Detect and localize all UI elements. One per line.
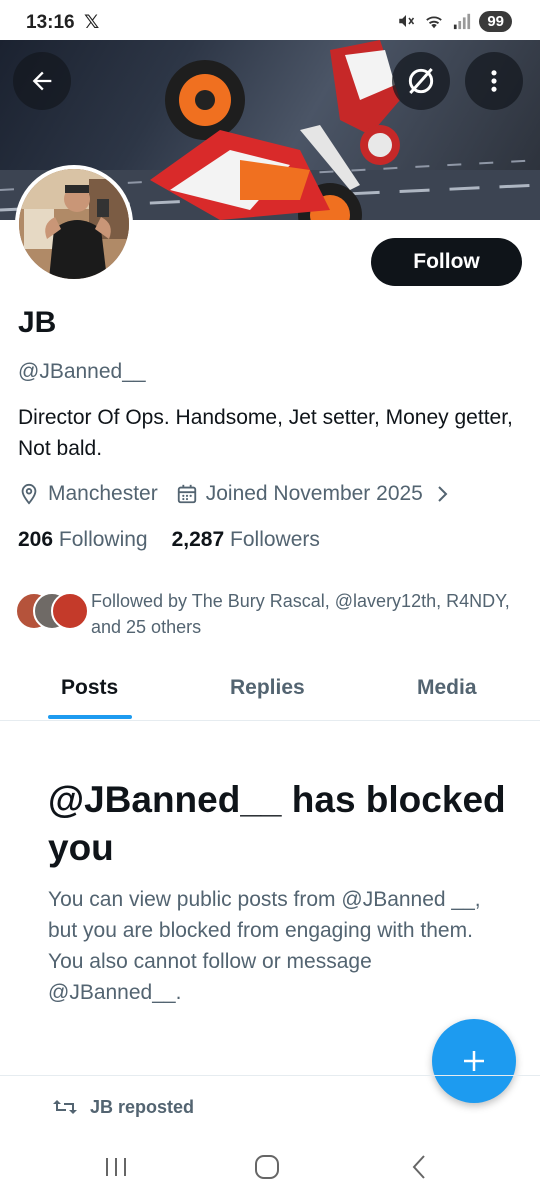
battery-badge: 99: [479, 10, 512, 32]
recent-apps-button[interactable]: [96, 1151, 136, 1183]
status-time: 13:16: [26, 12, 75, 33]
status-icons: 99: [397, 10, 512, 32]
system-back-button[interactable]: [399, 1151, 439, 1183]
location-icon: [18, 483, 40, 505]
mutual-followers-avatars[interactable]: [15, 592, 89, 630]
followers-label: Followers: [230, 528, 320, 551]
profile-joined: Joined November 2025: [205, 482, 423, 505]
avatar-image: [19, 169, 129, 279]
more-vertical-icon: [491, 70, 497, 92]
blocked-message: You can view public posts from @JBanned …: [48, 888, 481, 1004]
blocked-title: @JBanned__ has blocked you: [48, 779, 506, 868]
tab-replies[interactable]: Replies: [230, 676, 305, 700]
profile-tabs: Posts Replies Media: [0, 660, 540, 721]
compose-button[interactable]: [432, 1019, 516, 1103]
calendar-icon: [176, 483, 198, 505]
mute-icon: [399, 15, 415, 27]
repost-label: JB reposted: [90, 1096, 195, 1117]
grok-icon: [408, 68, 434, 94]
tab-media[interactable]: Media: [417, 676, 477, 700]
profile-bio: Director Of Ops. Handsome, Jet setter, M…: [18, 406, 513, 460]
profile-name: JB: [18, 306, 57, 339]
active-tab-indicator: [48, 715, 132, 719]
follow-button[interactable]: Follow: [371, 238, 522, 286]
avatar: [51, 592, 89, 630]
profile-location: Manchester: [48, 482, 158, 505]
signal-icon: [454, 13, 471, 30]
x-logo-icon: 𝕏: [84, 12, 100, 33]
wifi-icon: [426, 16, 443, 29]
back-button[interactable]: [13, 52, 71, 110]
recent-apps-icon: [106, 1158, 126, 1176]
profile-meta: Manchester Joined November 2025: [18, 480, 459, 508]
profile-avatar[interactable]: [15, 165, 133, 283]
plus-icon: [464, 1051, 484, 1071]
followers-count: 2,287: [171, 528, 225, 551]
home-button[interactable]: [247, 1151, 287, 1183]
arrow-left-icon: [32, 71, 52, 91]
status-bar: 13:16 𝕏 99: [0, 0, 540, 40]
repost-header: JB reposted: [52, 1096, 194, 1118]
profile-handle: @JBanned__: [18, 360, 146, 383]
followers-link[interactable]: 2,287 Followers: [172, 528, 320, 552]
more-options-button[interactable]: [465, 52, 523, 110]
followed-by-text[interactable]: Followed by The Bury Rascal, @lavery12th…: [91, 588, 511, 640]
follow-counts: 206 Following 2,287 Followers: [18, 528, 320, 552]
grok-button[interactable]: [392, 52, 450, 110]
divider: [0, 1075, 540, 1076]
following-count: 206: [18, 528, 54, 551]
home-icon: [255, 1155, 279, 1179]
tab-posts[interactable]: Posts: [61, 676, 118, 700]
chevron-left-icon: [412, 1155, 425, 1179]
following-link[interactable]: 206 Following: [18, 528, 148, 552]
repost-icon: [53, 1100, 77, 1114]
system-nav-bar: [0, 1135, 540, 1199]
following-label: Following: [58, 528, 148, 551]
chevron-right-icon[interactable]: [435, 484, 451, 504]
